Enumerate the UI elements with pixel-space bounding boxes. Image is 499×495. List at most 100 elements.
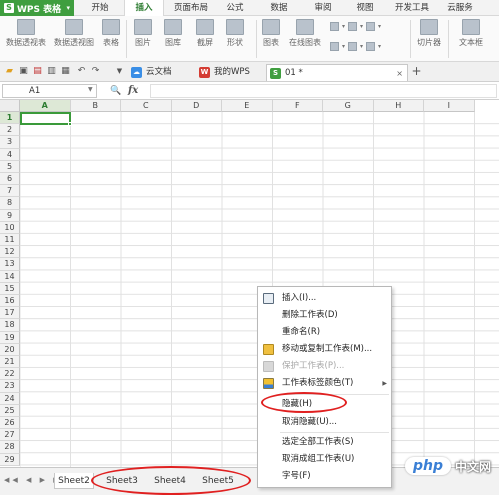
pivot-table-button[interactable]: 数据透视表 bbox=[4, 19, 48, 48]
redo-icon[interactable]: ↷ bbox=[90, 66, 101, 77]
gallery-button[interactable]: 图库 bbox=[160, 19, 186, 48]
row-header[interactable]: 28 bbox=[0, 441, 20, 454]
row-header[interactable]: 24 bbox=[0, 392, 20, 405]
row-header[interactable]: 19 bbox=[0, 331, 20, 344]
tab-review[interactable]: 审阅 bbox=[308, 0, 338, 16]
row-header[interactable]: 20 bbox=[0, 343, 20, 356]
pivot-chart-button[interactable]: 数据透视图 bbox=[52, 19, 96, 48]
column-header[interactable]: C bbox=[121, 100, 172, 112]
menu-item-ungroup-sheets[interactable]: 取消成组工作表(U) bbox=[258, 451, 391, 468]
row-header[interactable]: 2 bbox=[0, 124, 20, 137]
print-icon[interactable]: ▥ bbox=[46, 66, 57, 77]
row-header[interactable]: 7 bbox=[0, 185, 20, 198]
row-header[interactable]: 12 bbox=[0, 246, 20, 259]
save-icon[interactable]: ▣ bbox=[18, 66, 29, 77]
column-header[interactable]: B bbox=[70, 100, 121, 112]
row-header[interactable]: 27 bbox=[0, 429, 20, 442]
chevron-down-icon[interactable]: ▼ bbox=[88, 86, 93, 93]
bar-chart-icon[interactable] bbox=[330, 42, 339, 51]
add-tab-icon[interactable]: + bbox=[411, 65, 422, 77]
column-chart-icon[interactable] bbox=[330, 22, 339, 31]
menu-item-label: 选定全部工作表(S) bbox=[282, 437, 354, 447]
tab-developer[interactable]: 开发工具 bbox=[390, 0, 434, 16]
chart-button[interactable]: 图表 bbox=[260, 19, 282, 48]
app-menu-button[interactable]: S WPS 表格 ▾ bbox=[0, 0, 74, 16]
slicer-button[interactable]: 切片器 bbox=[414, 19, 444, 48]
name-box[interactable]: A1 bbox=[2, 84, 97, 98]
menu-item-move-copy[interactable]: 移动或复制工作表(M)... bbox=[258, 341, 391, 358]
row-header[interactable]: 8 bbox=[0, 197, 20, 210]
screenshot-button[interactable]: 截屏 bbox=[192, 19, 218, 48]
tab-data[interactable]: 数据 bbox=[264, 0, 294, 16]
tab-cloud-service[interactable]: 云服务 bbox=[440, 0, 480, 16]
menu-item-tab-color[interactable]: 工作表标签颜色(T) ▶ bbox=[258, 375, 391, 392]
row-header[interactable]: 4 bbox=[0, 148, 20, 161]
row-header[interactable]: 3 bbox=[0, 136, 20, 149]
row-header[interactable]: 29 bbox=[0, 453, 20, 466]
row-header[interactable]: 1 bbox=[0, 112, 20, 125]
row-header[interactable]: 18 bbox=[0, 319, 20, 332]
shape-button[interactable]: 形状 bbox=[222, 19, 248, 48]
export-pdf-icon[interactable]: ▤ bbox=[32, 66, 43, 77]
column-header[interactable]: I bbox=[424, 100, 475, 112]
cloud-icon: ☁ bbox=[131, 67, 142, 78]
menu-item-delete-sheet[interactable]: 删除工作表(D) bbox=[258, 307, 391, 324]
row-header[interactable]: 17 bbox=[0, 307, 20, 320]
print-preview-icon[interactable]: ▦ bbox=[60, 66, 71, 77]
row-header[interactable]: 26 bbox=[0, 417, 20, 430]
menu-item-unhide[interactable]: 取消隐藏(U)... bbox=[258, 414, 391, 431]
column-header[interactable]: F bbox=[272, 100, 323, 112]
menu-item-hide[interactable]: 隐藏(H) bbox=[258, 396, 391, 413]
pie-chart-icon[interactable] bbox=[366, 22, 376, 31]
column-header[interactable]: H bbox=[373, 100, 424, 112]
row-header[interactable]: 6 bbox=[0, 173, 20, 186]
open-folder-icon[interactable]: ▰ bbox=[4, 66, 15, 77]
row-header[interactable]: 23 bbox=[0, 380, 20, 393]
row-header[interactable]: 16 bbox=[0, 295, 20, 308]
row-header[interactable]: 22 bbox=[0, 368, 20, 381]
tab-formulas[interactable]: 公式 bbox=[220, 0, 250, 16]
row-header[interactable]: 15 bbox=[0, 282, 20, 295]
row-header[interactable]: 9 bbox=[0, 209, 20, 222]
doc-tab-my-wps[interactable]: W 我的WPS bbox=[196, 64, 262, 81]
tab-page-layout[interactable]: 页面布局 bbox=[168, 0, 214, 16]
menu-item-select-all-sheets[interactable]: 选定全部工作表(S) bbox=[258, 434, 391, 451]
sheet-tab-sheet4[interactable]: Sheet4 bbox=[148, 473, 192, 489]
sheet-tab-sheet3[interactable]: Sheet3 bbox=[100, 473, 144, 489]
picture-button[interactable]: 图片 bbox=[130, 19, 156, 48]
row-header[interactable]: 5 bbox=[0, 160, 20, 173]
menu-item-rename[interactable]: 重命名(R) bbox=[258, 324, 391, 341]
menu-item-insert[interactable]: 插入(I)... bbox=[258, 290, 391, 307]
tab-view[interactable]: 视图 bbox=[350, 0, 380, 16]
row-header[interactable]: 14 bbox=[0, 270, 20, 283]
close-tab-icon[interactable]: × bbox=[396, 65, 403, 82]
column-header[interactable]: G bbox=[323, 100, 374, 112]
customize-toolbar-icon[interactable]: ▼ bbox=[114, 66, 125, 77]
row-header[interactable]: 21 bbox=[0, 356, 20, 369]
row-header[interactable]: 25 bbox=[0, 404, 20, 417]
column-header[interactable]: D bbox=[171, 100, 222, 112]
doc-tab-cloud[interactable]: ☁ 云文档 bbox=[128, 64, 188, 81]
table-button[interactable]: 表格 bbox=[100, 19, 122, 48]
row-header[interactable]: 10 bbox=[0, 221, 20, 234]
select-all-corner[interactable] bbox=[0, 100, 20, 112]
row-header[interactable]: 11 bbox=[0, 234, 20, 247]
sheet-tab-sheet5[interactable]: Sheet5 bbox=[196, 473, 240, 489]
tab-insert[interactable]: 插入 bbox=[124, 0, 164, 17]
menu-item-font-size[interactable]: 字号(F) bbox=[258, 468, 391, 485]
formula-input[interactable] bbox=[150, 84, 497, 98]
area-chart-icon[interactable] bbox=[348, 42, 358, 51]
insert-function-icon[interactable]: fx bbox=[128, 84, 138, 98]
line-chart-icon[interactable] bbox=[348, 22, 358, 31]
column-header[interactable]: E bbox=[222, 100, 273, 112]
row-header[interactable]: 13 bbox=[0, 258, 20, 271]
tab-home[interactable]: 开始 bbox=[84, 0, 116, 16]
online-chart-button[interactable]: 在线图表 bbox=[286, 19, 324, 48]
sheet-tab-sheet2[interactable]: Sheet2 bbox=[54, 473, 94, 489]
column-header[interactable]: A bbox=[20, 100, 71, 112]
textbox-button[interactable]: 文本框 bbox=[454, 19, 488, 48]
scatter-chart-icon[interactable] bbox=[366, 42, 376, 51]
undo-icon[interactable]: ↶ bbox=[76, 66, 87, 77]
zoom-icon[interactable]: 🔍 bbox=[110, 84, 121, 98]
doc-tab-active[interactable]: S 01 * × bbox=[266, 64, 408, 81]
